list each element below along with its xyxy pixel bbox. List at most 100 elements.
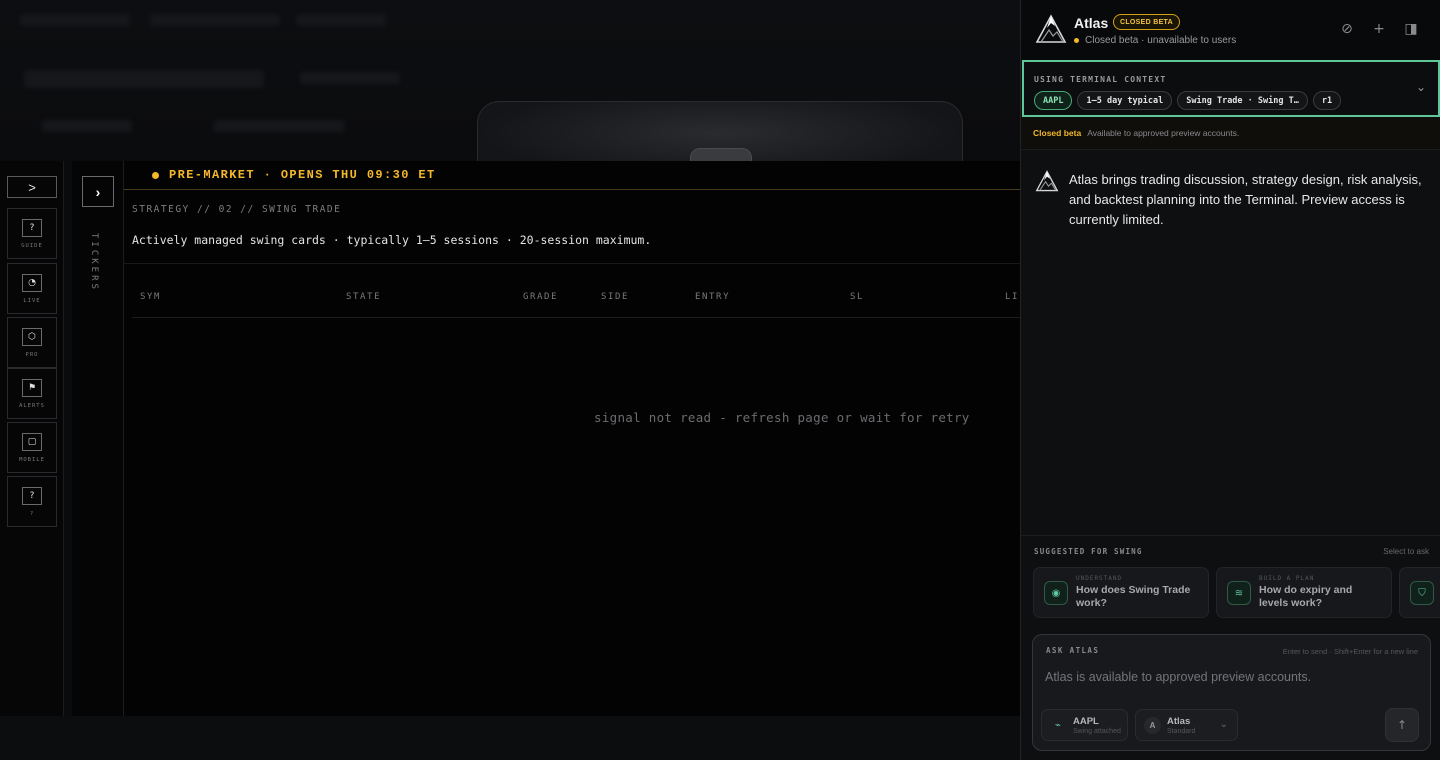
- column-header-sym[interactable]: SYM: [140, 292, 161, 302]
- divider: [124, 263, 1020, 264]
- context-attachment-chip[interactable]: ⌁ AAPL Swing attached: [1041, 709, 1128, 741]
- ask-hint: Enter to send · Shift+Enter for a new li…: [1282, 647, 1418, 656]
- assistant-message: Atlas brings trading discussion, strateg…: [1035, 170, 1431, 230]
- rail-item-label: MOBILE: [19, 457, 45, 463]
- ask-input[interactable]: [1045, 666, 1415, 688]
- pro-icon: ⬡: [22, 328, 42, 346]
- closed-beta-badge: CLOSED BETA: [1113, 14, 1180, 30]
- guide-icon: ?: [22, 219, 42, 237]
- column-header-grade[interactable]: GRADE: [523, 292, 558, 302]
- left-rail: > ? GUIDE ◔ LIVE ⬡ PRO ⚑ ALERTS ▢ MOBILE…: [0, 161, 64, 716]
- background-blur: [300, 72, 400, 84]
- rail-item-live[interactable]: ◔ LIVE: [7, 263, 57, 314]
- status-dot: [1074, 38, 1079, 43]
- strategy-description: Actively managed swing cards · typically…: [132, 233, 652, 247]
- beta-note-title: Closed beta: [1033, 128, 1082, 138]
- help-icon: ?: [22, 487, 42, 505]
- suggestion-kicker: BUILD A PLAN: [1259, 575, 1315, 582]
- rail-expand-button[interactable]: >: [7, 176, 57, 198]
- chevron-down-icon: ⌄: [1219, 719, 1228, 730]
- model-subtitle: Standard: [1167, 728, 1196, 735]
- empty-state-message: signal not read - refresh page or wait f…: [594, 410, 970, 425]
- suggestion-card[interactable]: ◉ UNDERSTAND How does Swing Trade work?: [1033, 567, 1209, 618]
- rail-item-mobile[interactable]: ▢ MOBILE: [7, 422, 57, 473]
- tickers-expand-button[interactable]: ›: [82, 176, 114, 207]
- suggestion-card[interactable]: ⛉: [1399, 567, 1440, 618]
- background-blur: [20, 14, 130, 26]
- atlas-title: Atlas: [1074, 15, 1109, 31]
- background-blur: [150, 14, 280, 26]
- chevron-right-icon: ›: [95, 183, 101, 200]
- suggestions: SUGGESTED FOR SWING Select to ask ◉ UNDE…: [1021, 535, 1440, 625]
- column-header-side[interactable]: SIDE: [601, 292, 629, 302]
- atlas-status: Closed beta · unavailable to users: [1074, 35, 1236, 46]
- mobile-icon: ▢: [22, 433, 42, 451]
- rail-item-help[interactable]: ? ?: [7, 476, 57, 527]
- shield-icon: ⛉: [1410, 581, 1434, 605]
- atlas-status-text: Closed beta · unavailable to users: [1085, 35, 1237, 46]
- atlas-avatar-icon: [1035, 170, 1059, 192]
- suggestion-question: How do expiry and levels work?: [1259, 584, 1353, 609]
- atlas-panel: Atlas CLOSED BETA Closed beta · unavaila…: [1020, 0, 1440, 760]
- context-chip-revision[interactable]: r1: [1312, 91, 1342, 110]
- rail-item-label: PRO: [25, 352, 39, 358]
- market-status-text: PRE-MARKET · OPENS THU 09:30 ET: [169, 168, 436, 182]
- background-blur: [214, 120, 344, 132]
- terminal-context-box[interactable]: USING TERMINAL CONTEXT AAPL 1–5 day typi…: [1022, 60, 1440, 117]
- ask-atlas-composer: ASK ATLAS Enter to send · Shift+Enter fo…: [1032, 634, 1431, 751]
- eye-icon: ◉: [1044, 581, 1068, 605]
- model-title: Atlas: [1167, 716, 1191, 727]
- strategy-panel: PRE-MARKET · OPENS THU 09:30 ET STRATEGY…: [124, 161, 1020, 716]
- rail-item-alerts[interactable]: ⚑ ALERTS: [7, 368, 57, 419]
- send-button[interactable]: ↑: [1385, 708, 1419, 742]
- table-header: SYM STATE GRADE SIDE ENTRY SL LI: [132, 292, 1020, 318]
- rail-item-guide[interactable]: ? GUIDE: [7, 208, 57, 259]
- tickers-panel: › TICKERS: [72, 161, 124, 716]
- attachment-title: AAPL: [1073, 716, 1099, 727]
- beta-note: Closed beta Available to approved previe…: [1021, 117, 1440, 150]
- attachment-subtitle: Swing attached: [1073, 728, 1121, 735]
- column-header-sl[interactable]: SL: [850, 292, 864, 302]
- suggestion-card[interactable]: ≋ BUILD A PLAN How do expiry and levels …: [1216, 567, 1392, 618]
- alerts-icon: ⚑: [22, 379, 42, 397]
- edit-icon[interactable]: ⊘: [1339, 21, 1355, 37]
- column-header-state[interactable]: STATE: [346, 292, 381, 302]
- context-chip-horizon[interactable]: 1–5 day typical: [1077, 91, 1173, 110]
- market-status-bar: PRE-MARKET · OPENS THU 09:30 ET: [124, 161, 1020, 190]
- chevron-down-icon[interactable]: ⌄: [1416, 80, 1426, 94]
- background-blur: [42, 120, 132, 132]
- rail-item-label: LIVE: [23, 298, 41, 304]
- panel-icon[interactable]: ◨: [1403, 21, 1419, 37]
- context-label: USING TERMINAL CONTEXT: [1034, 75, 1167, 84]
- background-blur: [24, 70, 264, 88]
- suggestions-hint: Select to ask: [1383, 547, 1429, 556]
- column-header-entry[interactable]: ENTRY: [695, 292, 730, 302]
- context-chips: AAPL 1–5 day typical Swing Trade · Swing…: [1034, 91, 1342, 110]
- rail-item-label: ?: [29, 511, 35, 517]
- beta-note-text: Available to approved preview accounts.: [1087, 128, 1240, 138]
- suggestion-question: How does Swing Trade work?: [1076, 584, 1191, 609]
- background-blur: [296, 14, 386, 26]
- context-chip-symbol[interactable]: AAPL: [1034, 91, 1073, 110]
- arrow-up-icon: ↑: [1396, 718, 1408, 732]
- live-icon: ◔: [22, 274, 42, 292]
- market-status-dot: [152, 171, 159, 179]
- tickers-label: TICKERS: [89, 233, 99, 292]
- rail-item-label: GUIDE: [21, 243, 43, 249]
- column-header-li[interactable]: LI: [1005, 292, 1019, 302]
- background-footer: [0, 716, 1020, 760]
- plus-icon[interactable]: +: [1371, 21, 1387, 37]
- atlas-logo-icon: [1035, 14, 1067, 43]
- context-chip-strategy[interactable]: Swing Trade · Swing T…: [1177, 91, 1308, 110]
- model-avatar: A: [1144, 717, 1161, 734]
- layers-icon: ≋: [1227, 581, 1251, 605]
- model-selector[interactable]: A Atlas Standard ⌄: [1135, 709, 1238, 741]
- assistant-message-text: Atlas brings trading discussion, strateg…: [1069, 172, 1422, 227]
- paperclip-icon: ⌁: [1054, 719, 1062, 731]
- atlas-header: Atlas CLOSED BETA Closed beta · unavaila…: [1021, 0, 1440, 60]
- rail-item-pro[interactable]: ⬡ PRO: [7, 317, 57, 368]
- strategy-heading: STRATEGY // 02 // SWING TRADE: [132, 204, 342, 215]
- suggestion-kicker: UNDERSTAND: [1076, 575, 1123, 582]
- suggestions-title: SUGGESTED FOR SWING: [1034, 547, 1143, 556]
- rail-item-label: ALERTS: [19, 403, 45, 409]
